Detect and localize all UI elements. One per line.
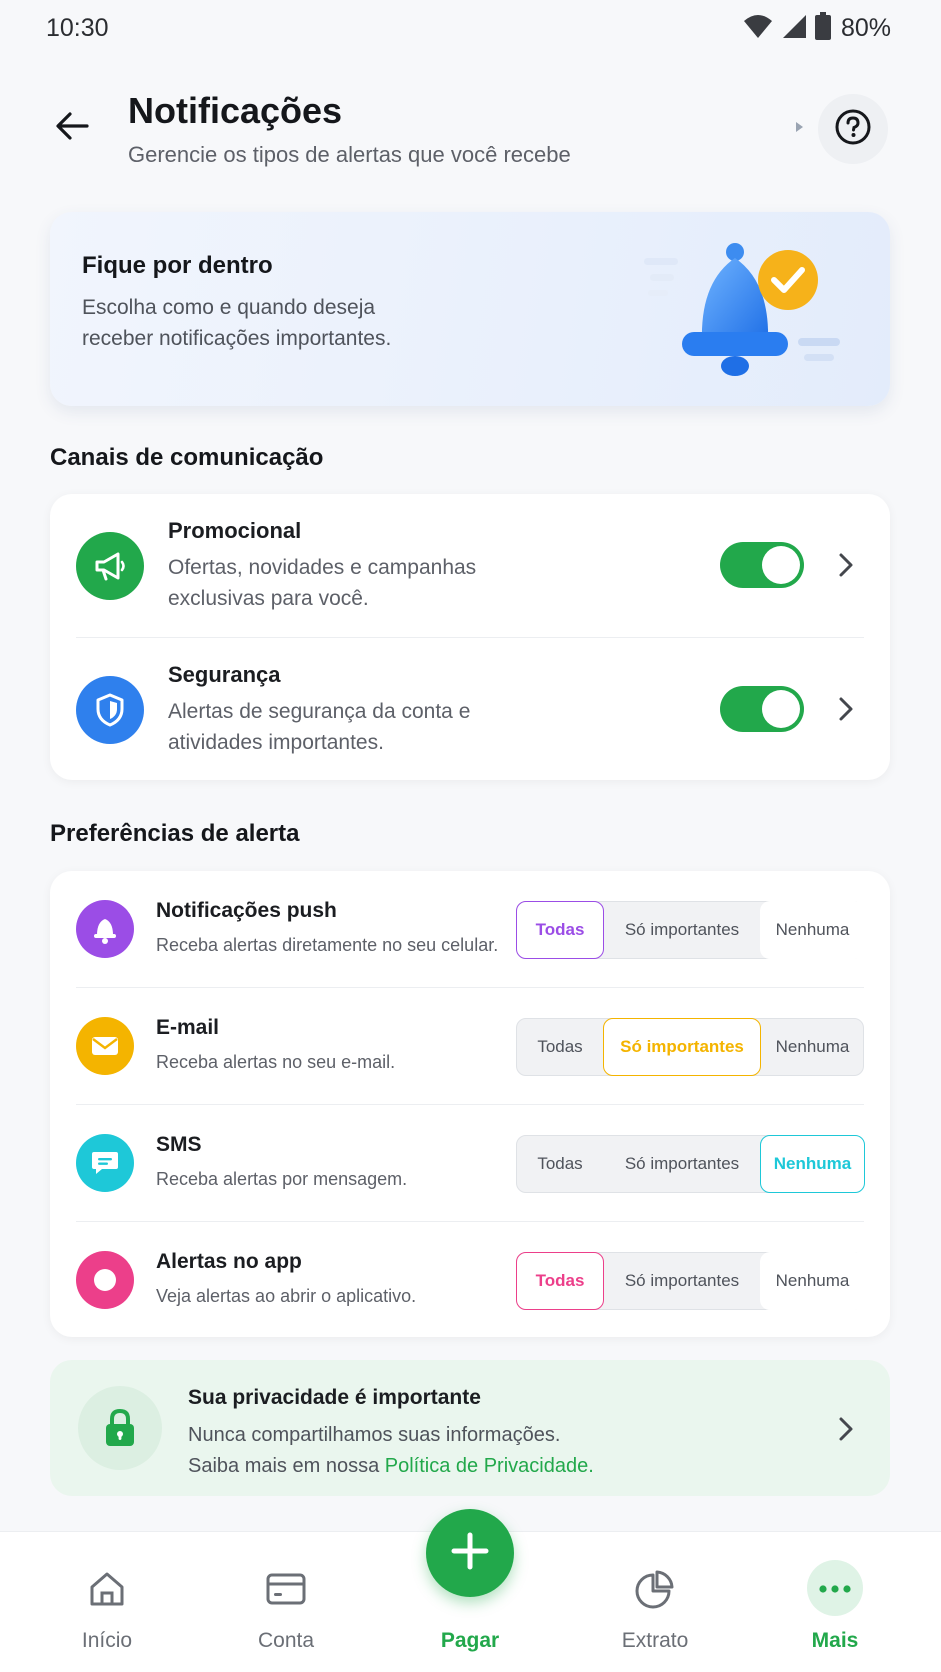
option-nenhuma[interactable]: Nenhuma bbox=[760, 1018, 865, 1076]
page-title: Notificações bbox=[128, 90, 343, 131]
nav-label: Pagar bbox=[440, 1629, 500, 1652]
nav-label: Conta bbox=[257, 1629, 315, 1652]
hero-title: Fique por dentro bbox=[82, 252, 273, 279]
option-so-importantes[interactable]: Só importantes bbox=[603, 1135, 761, 1193]
pay-fab-button[interactable] bbox=[426, 1509, 514, 1597]
channels-card: Promocional Ofertas, novidades e campanh… bbox=[50, 494, 890, 780]
sms-segmented-control: Todas Só importantes Nenhuma bbox=[516, 1135, 865, 1193]
privacy-line-1: Nunca compartilhamos suas informações. bbox=[188, 1424, 561, 1446]
privacy-banner[interactable]: Sua privacidade é importante Nunca compa… bbox=[50, 1360, 890, 1496]
channel-row-seguranca[interactable]: Segurança Alertas de segurança da conta … bbox=[50, 638, 890, 780]
chevron-right-icon[interactable] bbox=[832, 696, 858, 722]
option-nenhuma[interactable]: Nenhuma bbox=[760, 1135, 865, 1193]
nav-item-mais[interactable]: Mais bbox=[765, 1532, 905, 1672]
ring-icon bbox=[76, 1251, 134, 1309]
toggle-knob bbox=[762, 546, 800, 584]
pref-row-app: Alertas no app Veja alertas ao abrir o a… bbox=[50, 1222, 890, 1339]
shield-icon bbox=[76, 676, 144, 744]
privacy-title: Sua privacidade é importante bbox=[188, 1386, 481, 1409]
preferences-card: Notificações push Receba alertas diretam… bbox=[50, 871, 890, 1337]
pref-title: Alertas no app bbox=[156, 1250, 302, 1273]
option-todas[interactable]: Todas bbox=[516, 1252, 604, 1310]
chevron-right-icon[interactable] bbox=[832, 552, 858, 578]
back-button[interactable] bbox=[48, 104, 96, 152]
chevron-right-icon bbox=[832, 1416, 858, 1442]
option-so-importantes[interactable]: Só importantes bbox=[603, 1018, 761, 1076]
nav-label: Início bbox=[81, 1629, 133, 1652]
pref-description: Receba alertas no seu e-mail. bbox=[156, 1052, 396, 1072]
battery-percent: 80% bbox=[840, 14, 891, 42]
bell-icon bbox=[76, 900, 134, 958]
more-dots-icon bbox=[808, 1562, 862, 1616]
card-icon bbox=[259, 1562, 313, 1616]
pref-title: SMS bbox=[156, 1133, 202, 1156]
pref-title: Notificações push bbox=[156, 899, 337, 922]
status-time: 10:30 bbox=[46, 14, 109, 42]
battery-icon bbox=[814, 12, 831, 45]
nav-item-conta[interactable]: Conta bbox=[216, 1532, 356, 1672]
small-arrow-icon bbox=[796, 122, 803, 132]
channel-row-promocional[interactable]: Promocional Ofertas, novidades e campanh… bbox=[50, 494, 890, 636]
channel-description: Alertas de segurança da conta e atividad… bbox=[168, 700, 471, 754]
nav-label: Mais bbox=[811, 1629, 859, 1652]
pref-title: E-mail bbox=[156, 1016, 220, 1039]
privacy-text: Nunca compartilhamos suas informações. S… bbox=[188, 1420, 594, 1482]
nav-item-extrato[interactable]: Extrato bbox=[585, 1532, 725, 1672]
promocional-toggle[interactable] bbox=[720, 542, 804, 588]
pref-description: Receba alertas diretamente no seu celula… bbox=[156, 935, 499, 955]
option-so-importantes[interactable]: Só importantes bbox=[603, 1252, 761, 1310]
question-circle-icon bbox=[834, 108, 872, 151]
channel-title: Segurança bbox=[168, 662, 281, 687]
hero-banner: Fique por dentro Escolha como e quando d… bbox=[50, 212, 890, 406]
hero-text: Escolha como e quando deseja receber not… bbox=[82, 296, 392, 350]
status-bar: 10:30 80% bbox=[0, 0, 941, 56]
pref-description: Veja alertas ao abrir o aplicativo. bbox=[156, 1286, 417, 1306]
channel-title: Promocional bbox=[168, 518, 302, 543]
pref-row-push: Notificações push Receba alertas diretam… bbox=[50, 871, 890, 988]
arrow-left-icon bbox=[55, 111, 89, 146]
envelope-icon bbox=[76, 1017, 134, 1075]
nav-label: Extrato bbox=[621, 1629, 689, 1652]
preferences-section-title: Preferências de alerta bbox=[50, 820, 300, 847]
channel-description: Ofertas, novidades e campanhas exclusiva… bbox=[168, 556, 477, 610]
channels-section-title: Canais de comunicação bbox=[50, 444, 324, 471]
push-segmented-control: Todas Só importantes Nenhuma bbox=[516, 901, 865, 959]
pref-row-email: E-mail Receba alertas no seu e-mail. Tod… bbox=[50, 988, 890, 1105]
email-segmented-control: Todas Só importantes Nenhuma bbox=[516, 1018, 864, 1076]
home-icon bbox=[80, 1562, 134, 1616]
lock-icon bbox=[78, 1386, 162, 1470]
privacy-policy-link[interactable]: Política de Privacidade. bbox=[385, 1455, 594, 1477]
pref-description: Receba alertas por mensagem. bbox=[156, 1169, 408, 1189]
app-segmented-control: Todas Só importantes Nenhuma bbox=[516, 1252, 865, 1310]
seguranca-toggle[interactable] bbox=[720, 686, 804, 732]
option-todas[interactable]: Todas bbox=[516, 1135, 604, 1193]
option-todas[interactable]: Todas bbox=[516, 901, 604, 959]
toggle-knob bbox=[762, 690, 800, 728]
plus-icon bbox=[450, 1531, 490, 1576]
option-so-importantes[interactable]: Só importantes bbox=[603, 901, 761, 959]
megaphone-icon bbox=[76, 532, 144, 600]
option-nenhuma[interactable]: Nenhuma bbox=[760, 1252, 865, 1310]
bell-illustration-icon bbox=[620, 222, 880, 402]
option-nenhuma[interactable]: Nenhuma bbox=[760, 901, 865, 959]
option-todas[interactable]: Todas bbox=[516, 1018, 604, 1076]
pie-chart-icon bbox=[628, 1562, 682, 1616]
nav-item-inicio[interactable]: Início bbox=[37, 1532, 177, 1672]
privacy-line-2: Saiba mais em nossa Política de Privacid… bbox=[188, 1451, 594, 1482]
wifi-icon bbox=[743, 13, 773, 44]
status-icons: 80% bbox=[743, 12, 891, 45]
page-subtitle: Gerencie os tipos de alertas que você re… bbox=[128, 142, 571, 167]
help-button[interactable] bbox=[818, 94, 888, 164]
privacy-line-2-prefix: Saiba mais em nossa bbox=[188, 1455, 385, 1477]
pref-row-sms: SMS Receba alertas por mensagem. Todas S… bbox=[50, 1105, 890, 1222]
signal-icon bbox=[781, 13, 807, 44]
chat-bubble-icon bbox=[76, 1134, 134, 1192]
